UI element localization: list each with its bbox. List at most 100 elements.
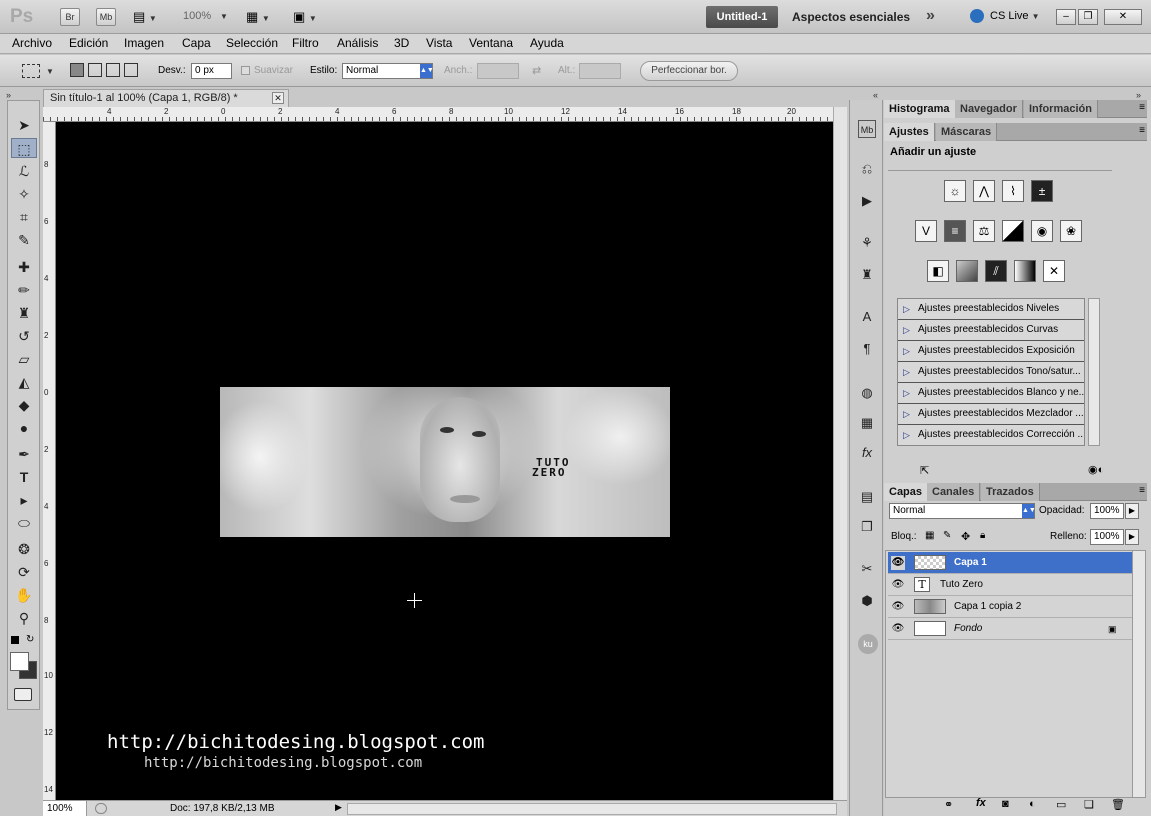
eyedropper-tool-icon[interactable]: ✎	[11, 230, 37, 250]
lock-transparency-icon[interactable]: ▦	[925, 530, 934, 541]
tab-navegador[interactable]: Navegador	[955, 100, 1023, 118]
horizontal-ruler[interactable]: 4 2 0 2 4 6 8 10 12 14 16 18 20	[43, 107, 833, 122]
levels-icon[interactable]: ⋀	[973, 180, 995, 202]
zoom-tool-icon[interactable]: ⚲	[11, 608, 37, 628]
view-extras-button[interactable]: ▤ ▼	[133, 9, 163, 25]
menu-filtro[interactable]: Filtro	[292, 36, 319, 50]
lock-pixels-icon[interactable]: ✎	[943, 530, 951, 541]
dodge-tool-icon[interactable]: ●	[11, 418, 37, 438]
width-input[interactable]	[477, 63, 519, 79]
fill-slider-arrow-icon[interactable]: ▶	[1125, 529, 1139, 545]
rectangular-marquee-preset-icon[interactable]	[22, 64, 40, 78]
paragraph-panel-icon[interactable]: ¶	[858, 340, 876, 358]
rectangular-marquee-tool-icon[interactable]: ⬚	[11, 138, 37, 158]
curves-icon[interactable]: ⌇	[1002, 180, 1024, 202]
status-zoom-input[interactable]: 100%	[43, 801, 87, 816]
tab-mascaras[interactable]: Máscaras	[936, 123, 998, 141]
path-selection-tool-icon[interactable]: ▸	[11, 490, 37, 510]
notes-panel-icon[interactable]: ▤	[858, 488, 876, 506]
black-white-icon[interactable]	[1002, 220, 1024, 242]
kuler-panel-icon[interactable]: ku	[858, 634, 878, 654]
brightness-contrast-icon[interactable]: ☼	[944, 180, 966, 202]
vertical-ruler[interactable]: 8 6 4 2 0 2 4 6 8 10 12 14	[43, 122, 56, 800]
color-balance-icon[interactable]: ⚖	[973, 220, 995, 242]
clone-source-panel-icon[interactable]: ♜	[858, 266, 876, 284]
fill-input[interactable]: 100%	[1090, 529, 1124, 545]
document-tab[interactable]: Sin título-1 al 100% (Capa 1, RGB/8) * ✕	[43, 89, 289, 107]
screen-mode-button[interactable]: ▣ ▼	[293, 9, 317, 25]
invert-icon[interactable]: ◧	[927, 260, 949, 282]
workspace-switcher[interactable]: Aspectos esenciales	[792, 10, 910, 24]
panels-collapse-icon[interactable]: »	[1136, 90, 1141, 100]
height-input[interactable]	[579, 63, 621, 79]
expand-triangle-icon[interactable]: ▷	[903, 341, 910, 361]
expand-triangle-icon[interactable]: ▷	[903, 425, 910, 445]
layers-panel-menu-icon[interactable]: ≡	[1139, 485, 1145, 496]
menu-imagen[interactable]: Imagen	[124, 36, 164, 50]
quick-mask-icon[interactable]	[14, 688, 32, 701]
gradient-map-icon[interactable]	[1014, 260, 1036, 282]
expand-triangle-icon[interactable]: ▷	[903, 320, 910, 340]
layers-scrollbar[interactable]	[1132, 550, 1146, 798]
list-item[interactable]: ▷ Ajustes preestablecidos Corrección ...	[898, 425, 1084, 446]
layer-row[interactable]: 👁︎ Capa 1	[888, 552, 1132, 574]
swap-colors-icon[interactable]: ↻	[26, 634, 34, 645]
swap-dimensions-icon[interactable]: ⇄	[532, 64, 541, 77]
history-brush-tool-icon[interactable]: ↺	[11, 326, 37, 346]
cs-live-menu[interactable]: CS Live ▼	[990, 10, 1040, 22]
new-group-icon[interactable]: ▭	[1056, 798, 1066, 811]
exposure-icon[interactable]: ±	[1031, 180, 1053, 202]
more-workspaces-icon[interactable]: »	[926, 7, 935, 25]
return-to-list-icon[interactable]: ⇱	[920, 464, 929, 477]
link-layers-icon[interactable]: ⚭	[944, 798, 953, 811]
status-menu-arrow-icon[interactable]: ▶	[335, 802, 342, 813]
blur-tool-icon[interactable]: ◆	[11, 395, 37, 415]
tab-ajustes[interactable]: Ajustes	[884, 123, 935, 141]
expand-triangle-icon[interactable]: ▷	[903, 299, 910, 319]
list-item[interactable]: ▷ Ajustes preestablecidos Niveles	[898, 299, 1084, 320]
opacity-input[interactable]: 100%	[1090, 503, 1124, 519]
tab-histograma[interactable]: Histograma	[884, 100, 956, 118]
channel-mixer-icon[interactable]: ❀	[1060, 220, 1082, 242]
menu-edicion[interactable]: Edición	[69, 36, 108, 50]
minibridge-button[interactable]: Mb	[96, 8, 116, 26]
lock-position-icon[interactable]: ✥	[961, 530, 970, 543]
list-item[interactable]: ▷ Ajustes preestablecidos Curvas	[898, 320, 1084, 341]
blend-mode-select[interactable]: Normal ▲▼	[889, 503, 1036, 519]
new-layer-icon[interactable]: ❏	[1084, 798, 1094, 811]
eraser-tool-icon[interactable]: ▱	[11, 349, 37, 369]
tab-canales[interactable]: Canales	[927, 483, 981, 501]
expand-triangle-icon[interactable]: ▷	[903, 383, 910, 403]
lock-all-icon[interactable]: 🔒︎	[980, 530, 985, 541]
list-item[interactable]: ▷ Ajustes preestablecidos Blanco y ne...	[898, 383, 1084, 404]
3d-rotate-tool-icon[interactable]: ❂	[11, 539, 37, 559]
menu-archivo[interactable]: Archivo	[12, 36, 52, 50]
foreground-color-swatch[interactable]	[10, 652, 29, 671]
bridge-button[interactable]: Br	[60, 8, 80, 26]
tab-trazados[interactable]: Trazados	[981, 483, 1040, 501]
menu-seleccion[interactable]: Selección	[226, 36, 278, 50]
hue-saturation-icon[interactable]: ≡	[944, 220, 966, 242]
clip-to-layer-icon[interactable]: ◉◐	[1088, 463, 1104, 476]
list-item[interactable]: ▷ Ajustes preestablecidos Tono/satur...	[898, 362, 1084, 383]
tools-collapse-icon[interactable]: »	[6, 90, 11, 100]
adjustments-panel-menu-icon[interactable]: ≡	[1139, 125, 1145, 136]
pen-tool-icon[interactable]: ✒	[11, 444, 37, 464]
style-dropdown-icon[interactable]: ▲▼	[420, 64, 434, 78]
history-panel-icon[interactable]: ⎌	[858, 160, 876, 178]
close-document-icon[interactable]: ✕	[272, 92, 284, 104]
minibridge-panel-icon[interactable]: Mb	[858, 120, 876, 138]
close-window-button[interactable]: ✕	[1104, 9, 1142, 25]
swatches-panel-icon[interactable]: ▦	[858, 414, 876, 432]
3d-orbit-tool-icon[interactable]: ⟳	[11, 562, 37, 582]
tool-preset-dropdown-icon[interactable]: ▼	[46, 67, 54, 76]
list-item[interactable]: ▷ Ajustes preestablecidos Mezclador ...	[898, 404, 1084, 425]
type-tool-icon[interactable]: T	[11, 467, 37, 487]
spot-healing-tool-icon[interactable]: ✚	[11, 257, 37, 277]
layer-row[interactable]: 👁︎ Capa 1 copia 2	[888, 596, 1132, 618]
delete-layer-icon[interactable]: 🗑︎	[1111, 798, 1125, 811]
ellipse-tool-icon[interactable]: ⬭	[11, 513, 37, 533]
clone-stamp-tool-icon[interactable]: ♜	[11, 303, 37, 323]
feather-input[interactable]: 0 px	[191, 63, 232, 79]
add-to-selection-icon[interactable]	[88, 63, 102, 77]
